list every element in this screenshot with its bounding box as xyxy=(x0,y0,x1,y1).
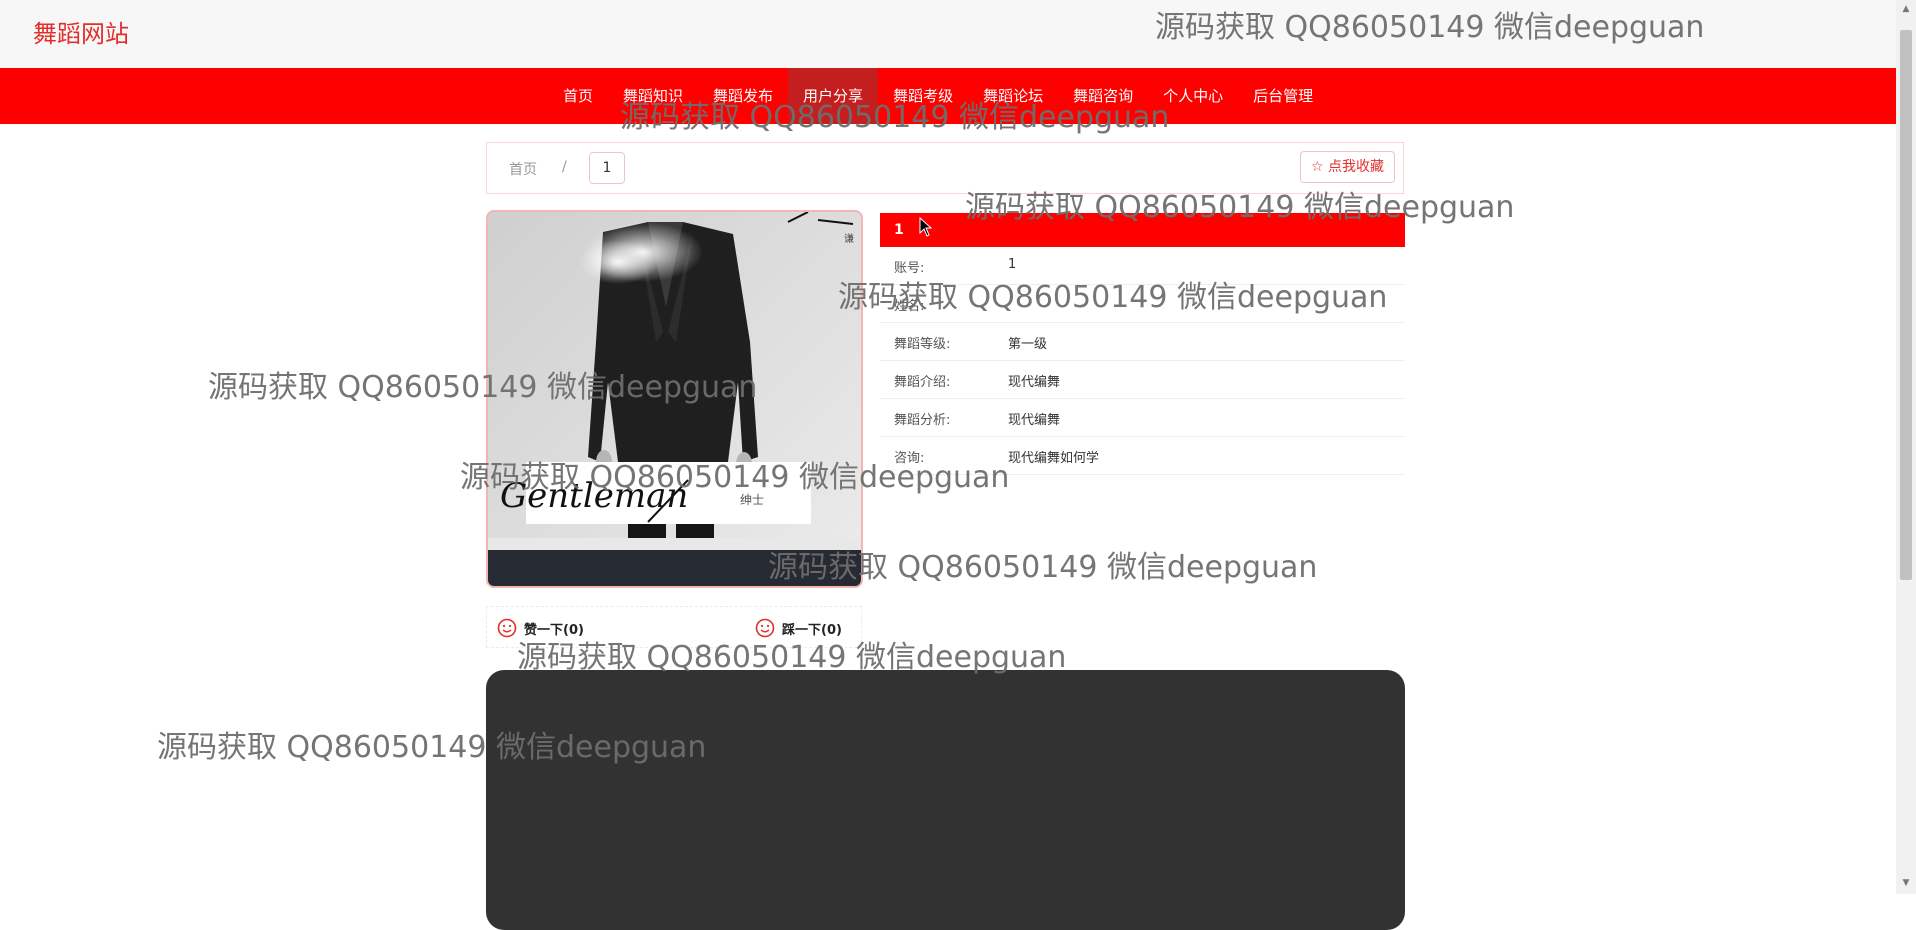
nav-item-personal-center[interactable]: 个人中心 xyxy=(1148,68,1238,124)
breadcrumb-current: 1 xyxy=(589,152,625,184)
scrollbar-thumb[interactable] xyxy=(1900,30,1912,580)
mouse-cursor-icon xyxy=(919,217,933,237)
detail-label: 舞蹈分析: xyxy=(894,413,951,428)
favorite-label: 点我收藏 xyxy=(1328,159,1384,175)
scroll-up-arrow-icon[interactable]: ▲ xyxy=(1900,4,1912,14)
breadcrumb: 首页 / 1 ☆ 点我收藏 xyxy=(486,142,1404,194)
nav-item-dance-publish[interactable]: 舞蹈发布 xyxy=(698,68,788,124)
detail-row: 舞蹈等级: 第一级 xyxy=(880,323,1405,361)
nav-item-dance-forum[interactable]: 舞蹈论坛 xyxy=(968,68,1058,124)
star-outline-icon: ☆ xyxy=(1310,159,1324,175)
smile-icon xyxy=(497,618,517,638)
dislike-button[interactable]: 踩一下(0) xyxy=(755,617,842,639)
nav-item-admin[interactable]: 后台管理 xyxy=(1238,68,1328,124)
detail-row: 账号: 1 xyxy=(880,247,1405,285)
photo-caption: 绅士 xyxy=(740,493,764,507)
vote-bar: 赞一下(0) 踩一下(0) xyxy=(486,606,862,648)
nav-item-dance-exam[interactable]: 舞蹈考级 xyxy=(878,68,968,124)
nav-item-dance-knowledge[interactable]: 舞蹈知识 xyxy=(608,68,698,124)
detail-row: 咨询: 现代编舞如何学 xyxy=(880,437,1405,475)
nav-item-dance-consult[interactable]: 舞蹈咨询 xyxy=(1058,68,1148,124)
dislike-label: 踩一下(0) xyxy=(782,622,842,638)
photo-corner-text: 谦 xyxy=(844,232,854,245)
site-logo[interactable]: 舞蹈网站 xyxy=(33,14,129,49)
like-button[interactable]: 赞一下(0) xyxy=(497,617,584,639)
detail-label: 姓名: xyxy=(894,299,925,314)
detail-label: 咨询: xyxy=(894,451,925,466)
detail-label: 舞蹈等级: xyxy=(894,337,951,352)
breadcrumb-home-link[interactable]: 首页 xyxy=(509,159,537,179)
detail-value: 第一级 xyxy=(1008,337,1048,352)
detail-value: 现代编舞如何学 xyxy=(1008,451,1100,466)
main-nav: 首页 舞蹈知识 舞蹈发布 用户分享 舞蹈考级 舞蹈论坛 舞蹈咨询 个人中心 后台… xyxy=(0,68,1896,124)
nav-item-home[interactable]: 首页 xyxy=(548,68,608,124)
breadcrumb-separator: / xyxy=(562,159,567,175)
smile-icon xyxy=(755,618,775,638)
detail-title: 1 xyxy=(880,213,1405,247)
page-scrollbar[interactable]: ▲ ▼ xyxy=(1896,0,1916,894)
detail-value: 1 xyxy=(1008,257,1017,272)
detail-value: 现代编舞 xyxy=(1008,375,1061,390)
detail-value: 现代编舞 xyxy=(1008,413,1061,428)
top-header: 舞蹈网站 xyxy=(0,0,1896,68)
detail-label: 账号: xyxy=(894,261,925,276)
detail-row: 舞蹈分析: 现代编舞 xyxy=(880,399,1405,437)
video-player[interactable] xyxy=(486,670,1405,930)
detail-label: 舞蹈介绍: xyxy=(894,375,951,390)
nav-item-user-share[interactable]: 用户分享 xyxy=(788,68,879,124)
like-label: 赞一下(0) xyxy=(524,622,584,638)
favorite-button[interactable]: ☆ 点我收藏 xyxy=(1299,151,1395,183)
scroll-down-arrow-icon[interactable]: ▼ xyxy=(1900,878,1912,888)
photo-image: Gentleman 绅士 谦 xyxy=(488,212,861,586)
share-photo: Gentleman 绅士 谦 xyxy=(486,210,863,588)
detail-row: 姓名: xyxy=(880,285,1405,323)
detail-row: 舞蹈介绍: 现代编舞 xyxy=(880,361,1405,399)
